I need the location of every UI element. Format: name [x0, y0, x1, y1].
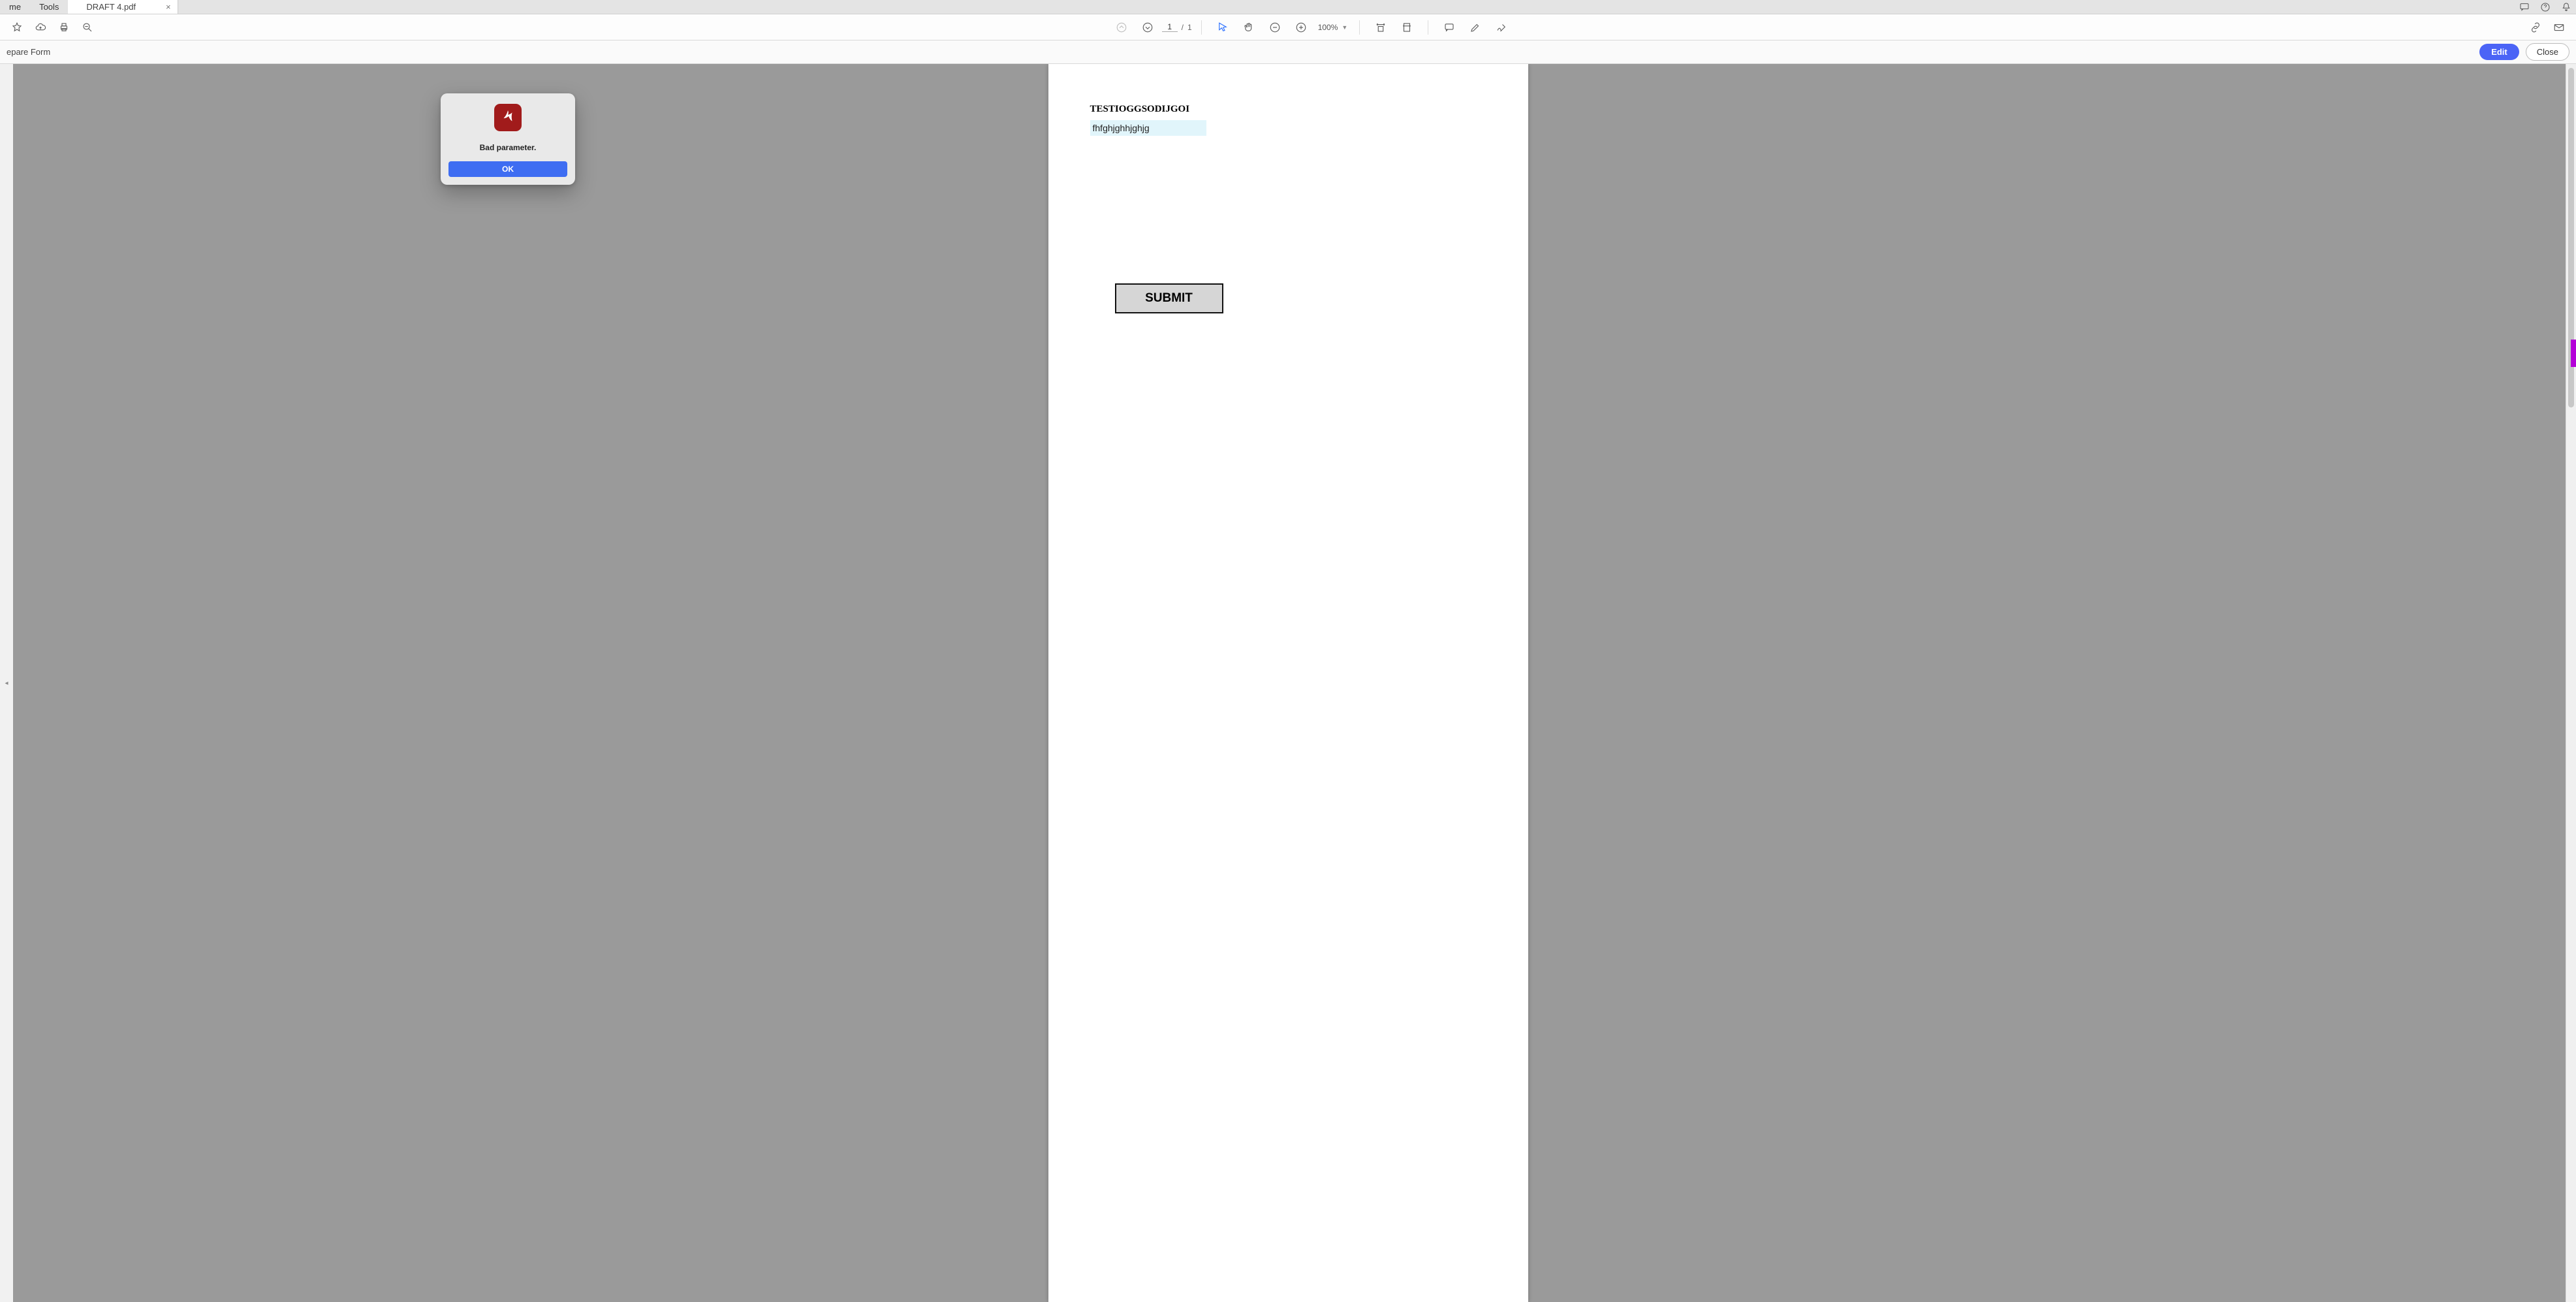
context-bar: epare Form Edit Close	[0, 40, 2576, 64]
help-icon[interactable]	[2539, 1, 2551, 13]
edit-button[interactable]: Edit	[2479, 44, 2519, 60]
close-button[interactable]: Close	[2526, 43, 2569, 61]
email-icon[interactable]	[2551, 20, 2567, 35]
document-viewer: ◂ TESTIOGGSODIJGOI fhfghjghhjghjg SUBMIT	[0, 64, 2576, 1302]
page-total: 1	[1187, 23, 1192, 32]
zoom-out-icon[interactable]	[1267, 20, 1283, 35]
fit-page-icon[interactable]	[1399, 20, 1415, 35]
chat-icon[interactable]	[2519, 1, 2530, 13]
page-up-icon[interactable]	[1114, 20, 1129, 35]
context-title: epare Form	[7, 47, 50, 57]
close-tab-icon[interactable]: ×	[166, 2, 171, 12]
zoom-out-magnifier-icon[interactable]	[80, 20, 95, 35]
separator	[1201, 20, 1202, 35]
separator	[1359, 20, 1360, 35]
page-down-icon[interactable]	[1140, 20, 1155, 35]
side-tab-handle[interactable]	[2571, 340, 2576, 367]
tab-document[interactable]: DRAFT 4.pdf ×	[68, 0, 178, 14]
expand-panel-icon[interactable]: ◂	[5, 680, 8, 687]
cloud-upload-icon[interactable]	[33, 20, 48, 35]
submit-button[interactable]: SUBMIT	[1115, 283, 1223, 313]
toolbar-center: / 1 100% ▼	[1110, 20, 1514, 35]
dialog-message: Bad parameter.	[480, 143, 537, 152]
page-number-input[interactable]	[1162, 22, 1178, 32]
page-indicator: / 1	[1162, 22, 1192, 32]
dialog-ok-button[interactable]: OK	[448, 161, 567, 177]
form-heading: TESTIOGGSODIJGOI	[1090, 104, 1190, 115]
tab-tools[interactable]: Tools	[30, 0, 68, 14]
sign-icon[interactable]	[1494, 20, 1509, 35]
hand-pan-icon[interactable]	[1241, 20, 1257, 35]
zoom-in-icon[interactable]	[1293, 20, 1309, 35]
fit-width-icon[interactable]	[1373, 20, 1389, 35]
zoom-dropdown[interactable]: 100% ▼	[1315, 23, 1351, 32]
select-arrow-icon[interactable]	[1215, 20, 1231, 35]
app-topright-icons	[2519, 0, 2572, 14]
acrobat-app-icon	[494, 104, 522, 131]
comment-icon[interactable]	[1441, 20, 1457, 35]
text-field[interactable]: fhfghjghhjghjg	[1090, 120, 1206, 136]
zoom-value: 100%	[1318, 23, 1338, 32]
tab-bar: me Tools DRAFT 4.pdf ×	[0, 0, 2576, 14]
pdf-page: TESTIOGGSODIJGOI fhfghjghhjghjg SUBMIT	[1048, 64, 1528, 1302]
tab-home[interactable]: me	[0, 0, 30, 14]
alert-dialog-wrapper: Bad parameter. OK	[441, 93, 575, 188]
vertical-scrollbar[interactable]	[2566, 64, 2576, 1302]
star-icon[interactable]	[9, 20, 25, 35]
page-sep: /	[1182, 23, 1184, 32]
print-icon[interactable]	[56, 20, 72, 35]
chevron-down-icon: ▼	[1342, 24, 1347, 31]
alert-dialog: Bad parameter. OK	[441, 93, 575, 185]
bell-icon[interactable]	[2560, 1, 2572, 13]
tab-document-label: DRAFT 4.pdf	[86, 2, 136, 12]
highlight-icon[interactable]	[1468, 20, 1483, 35]
main-toolbar: / 1 100% ▼	[0, 14, 2576, 40]
link-share-icon[interactable]	[2528, 20, 2543, 35]
left-gutter: ◂	[0, 64, 13, 1302]
